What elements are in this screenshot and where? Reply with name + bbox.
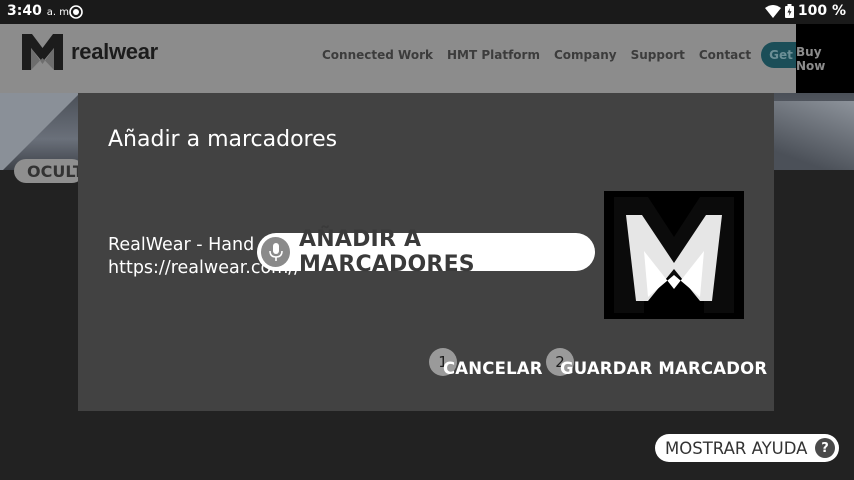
voice-command-text: AÑADIR A MARCADORES bbox=[299, 227, 475, 277]
realwear-logo-icon bbox=[22, 34, 63, 70]
voice-command-pill: AÑADIR A MARCADORES bbox=[257, 227, 595, 277]
site-header: realwear Connected Work HMT Platform Com… bbox=[0, 24, 854, 93]
hide-button[interactable]: OCULTAR bbox=[14, 159, 84, 183]
mic-circle bbox=[261, 237, 291, 267]
clock: 3:40 a. m. bbox=[7, 3, 72, 19]
bookmark-title: RealWear - Hand bbox=[108, 235, 255, 255]
buy-now-button[interactable]: Buy Now bbox=[796, 24, 854, 93]
microphone-icon bbox=[268, 243, 283, 261]
nav-support[interactable]: Support bbox=[631, 48, 685, 62]
show-help-label: MOSTRAR AYUDA bbox=[665, 438, 808, 458]
site-nav: Connected Work HMT Platform Company Supp… bbox=[322, 42, 844, 68]
nav-company[interactable]: Company bbox=[554, 48, 617, 62]
battery-icon bbox=[784, 4, 794, 18]
clock-time: 3:40 bbox=[7, 3, 42, 19]
dialog-title: Añadir a marcadores bbox=[108, 127, 338, 152]
nav-contact[interactable]: Contact bbox=[699, 48, 751, 62]
screen-record-icon bbox=[69, 5, 83, 19]
help-icon: ? bbox=[815, 438, 835, 458]
cancel-button[interactable]: CANCELAR bbox=[443, 359, 543, 378]
show-help-button[interactable]: MOSTRAR AYUDA ? bbox=[655, 434, 839, 462]
realwear-favicon-icon bbox=[614, 197, 734, 313]
battery-level: 100 % bbox=[797, 3, 846, 19]
save-bookmark-button[interactable]: GUARDAR MARCADOR bbox=[560, 359, 767, 378]
nav-hmt-platform[interactable]: HMT Platform bbox=[447, 48, 540, 62]
realwear-logo[interactable]: realwear bbox=[22, 34, 158, 70]
logo-text: realwear bbox=[71, 39, 158, 64]
nav-connected-work[interactable]: Connected Work bbox=[322, 48, 433, 62]
wifi-icon bbox=[764, 4, 781, 18]
bookmark-thumbnail bbox=[604, 191, 744, 319]
hide-label: OCULTAR bbox=[27, 161, 84, 181]
status-bar: 3:40 a. m. 100 % bbox=[0, 0, 854, 24]
